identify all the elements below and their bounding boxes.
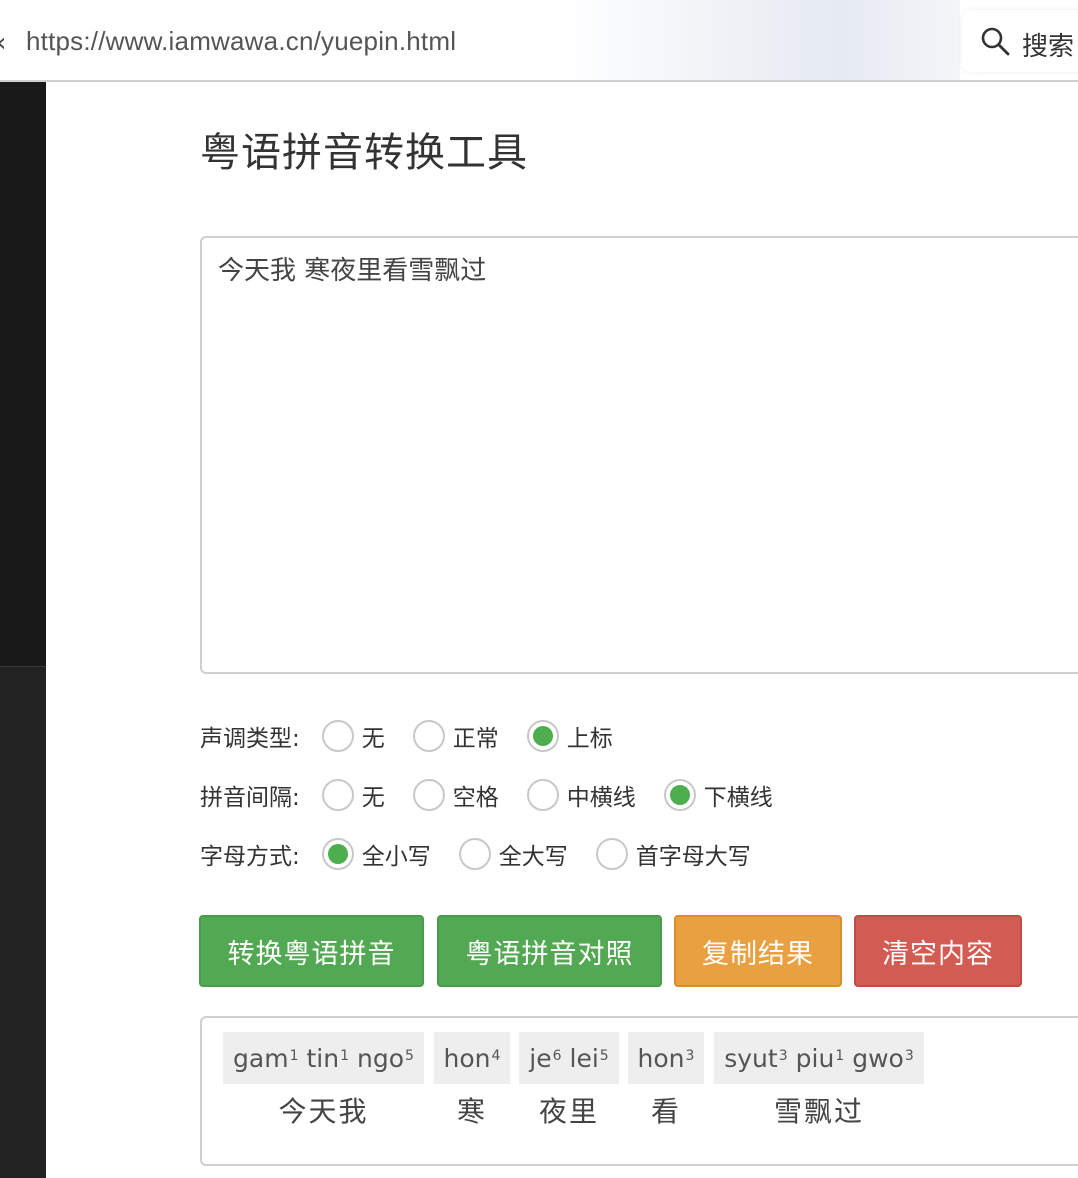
radio-icon[interactable] (412, 720, 445, 752)
hanzi-text: 夜里 (538, 1095, 599, 1128)
syllable: ngo (357, 1043, 405, 1073)
syllable: piu (795, 1043, 835, 1073)
radio-icon[interactable] (321, 720, 354, 752)
spacing-option-underscore-label: 下横线 (703, 785, 773, 811)
tone-number: 3 (778, 1048, 788, 1064)
pinyin-line: hon 4 (433, 1032, 511, 1084)
pinyin-line: gam 1 tin 1 ngo 5 (223, 1032, 424, 1084)
browser-toolbar: ‹ https://www.iamwawa.cn/yuepin.html 搜索 (0, 0, 1078, 82)
case-option-capitalize[interactable]: 首字母大写 (595, 837, 751, 871)
spacing-option-space-label: 空格 (452, 785, 499, 811)
radio-icon[interactable] (526, 779, 559, 811)
compare-button[interactable]: 粤语拼音对照 (437, 915, 662, 987)
back-arrow-icon[interactable]: ‹ (0, 28, 6, 58)
spacing-option-none[interactable]: 无 (321, 778, 385, 812)
tone-number: 1 (289, 1048, 299, 1064)
result-segment: hon 4 寒 (433, 1032, 511, 1130)
syllable: je (529, 1043, 552, 1073)
result-segment: hon 3 看 (626, 1032, 706, 1130)
pinyin-line: syut 3 piu 1 gwo 3 (714, 1032, 924, 1084)
result-panel: gam 1 tin 1 ngo 5 今天我 hon 4 寒 je 6 lei 5 夜里 ho… (200, 1016, 1078, 1166)
tone-number: 4 (491, 1048, 501, 1064)
tone-option-none[interactable]: 无 (321, 719, 385, 753)
tone-option-superscript-label: 上标 (566, 726, 613, 752)
pinyin-line: hon 3 (627, 1032, 705, 1084)
tone-number: 5 (405, 1048, 414, 1064)
hanzi-text: 看 (650, 1095, 681, 1128)
radio-icon[interactable] (321, 779, 354, 811)
tone-option-normal-label: 正常 (452, 726, 499, 752)
tone-option-normal[interactable]: 正常 (412, 719, 499, 753)
pinyin-spacing-label: 拼音间隔: (200, 785, 300, 811)
syllable: tin (306, 1043, 340, 1073)
result-segment: je 6 lei 5 夜里 (518, 1032, 620, 1130)
case-option-uppercase[interactable]: 全大写 (458, 837, 568, 871)
case-option-uppercase-label: 全大写 (498, 844, 568, 870)
tone-number: 3 (685, 1048, 695, 1064)
tone-type-label: 声调类型: (200, 726, 300, 752)
search-label: 搜索 (1022, 32, 1075, 62)
sidebar-lower-panel (0, 666, 46, 1178)
pinyin-spacing-row: 拼音间隔: 无 空格 中横线 下横线 (200, 775, 801, 815)
chinese-text-input[interactable]: 今天我 寒夜里看雪飘过 (200, 236, 1078, 674)
tone-number: 5 (599, 1048, 609, 1064)
syllable: hon (443, 1043, 491, 1073)
address-bar-url[interactable]: https://www.iamwawa.cn/yuepin.html (26, 26, 456, 57)
clear-button[interactable]: 清空内容 (854, 915, 1022, 987)
syllable: gam (233, 1043, 289, 1073)
syllable: syut (724, 1043, 778, 1073)
tone-type-row: 声调类型: 无 正常 上标 (200, 716, 641, 756)
copy-button[interactable]: 复制结果 (674, 915, 842, 987)
result-segment: gam 1 tin 1 ngo 5 今天我 (220, 1032, 427, 1130)
hanzi-text: 雪飘过 (773, 1095, 864, 1128)
case-option-capitalize-label: 首字母大写 (635, 844, 751, 870)
convert-button[interactable]: 转换粤语拼音 (199, 915, 424, 987)
tone-option-none-label: 无 (361, 726, 385, 752)
letter-case-row: 字母方式: 全小写 全大写 首字母大写 (200, 834, 779, 874)
tone-number: 1 (340, 1048, 350, 1064)
pinyin-line: je 6 lei 5 (519, 1032, 619, 1084)
case-option-lowercase[interactable]: 全小写 (321, 837, 431, 871)
spacing-option-hyphen[interactable]: 中横线 (526, 778, 636, 812)
search-icon (981, 27, 1010, 56)
page-title: 粤语拼音转换工具 (200, 130, 528, 176)
hanzi-text: 今天我 (278, 1095, 369, 1128)
search-button[interactable]: 搜索 (962, 10, 1078, 72)
radio-icon[interactable] (412, 779, 445, 811)
spacing-option-none-label: 无 (361, 785, 385, 811)
spacing-option-underscore[interactable]: 下横线 (663, 778, 773, 812)
tone-number: 6 (552, 1048, 562, 1064)
tone-number: 1 (835, 1048, 845, 1064)
radio-icon[interactable] (458, 838, 491, 870)
syllable: hon (637, 1043, 685, 1073)
radio-checked-icon[interactable] (663, 779, 696, 811)
spacing-option-space[interactable]: 空格 (412, 778, 499, 812)
radio-icon[interactable] (595, 838, 628, 870)
hanzi-text: 寒 (456, 1095, 487, 1128)
radio-checked-icon[interactable] (526, 720, 559, 752)
result-segment: syut 3 piu 1 gwo 3 雪飘过 (712, 1032, 926, 1130)
syllable: gwo (852, 1043, 904, 1073)
spacing-option-hyphen-label: 中横线 (566, 785, 636, 811)
case-option-lowercase-label: 全小写 (361, 844, 431, 870)
syllable: lei (569, 1043, 599, 1073)
letter-case-label: 字母方式: (200, 844, 300, 870)
left-sidebar (0, 82, 46, 1178)
tone-number: 3 (904, 1048, 914, 1064)
radio-checked-icon[interactable] (321, 838, 354, 870)
tone-option-superscript[interactable]: 上标 (526, 719, 613, 753)
background-decoration (560, 0, 960, 80)
